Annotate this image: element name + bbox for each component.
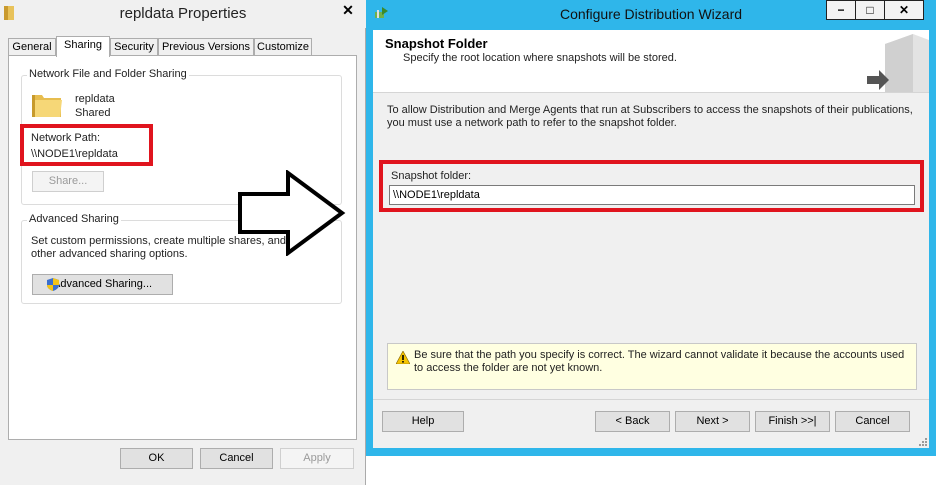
folder-icon — [32, 95, 62, 117]
wizard-description: To allow Distribution and Merge Agents t… — [387, 104, 913, 129]
wizard-page-subtitle: Specify the root location where snapshot… — [403, 52, 677, 64]
network-sharing-legend: Network File and Folder Sharing — [27, 68, 189, 80]
wizard-client-area: Snapshot Folder Specify the root locatio… — [373, 30, 929, 448]
close-icon: ✕ — [898, 3, 910, 17]
arrow-icon — [238, 170, 346, 256]
wizard-cancel-button[interactable]: Cancel — [835, 411, 910, 432]
close-button[interactable]: ✕ — [330, 0, 366, 20]
warning-text: Be sure that the path you specify is cor… — [414, 349, 905, 374]
advanced-sharing-button[interactable]: Advanced Sharing... — [32, 274, 173, 295]
ok-button[interactable]: OK — [120, 448, 193, 469]
minimize-button[interactable]: − — [826, 0, 856, 20]
wizard-titlebar: Configure Distribution Wizard − □ ✕ — [366, 0, 936, 28]
tab-previous-versions[interactable]: Previous Versions — [158, 38, 254, 56]
cancel-button[interactable]: Cancel — [200, 448, 273, 469]
properties-titlebar: repldata Properties ✕ — [0, 0, 366, 28]
wizard-header: Snapshot Folder Specify the root locatio… — [373, 30, 929, 93]
share-button[interactable]: Share... — [32, 171, 104, 192]
advanced-sharing-button-label: Advanced Sharing... — [53, 278, 153, 290]
folder-share-state: Shared — [75, 107, 111, 119]
maximize-button[interactable]: □ — [855, 0, 885, 20]
advanced-sharing-legend: Advanced Sharing — [27, 213, 121, 225]
tab-general[interactable]: General — [8, 38, 56, 56]
resize-grip-icon[interactable] — [917, 436, 927, 446]
snapshot-folder-highlight — [379, 160, 924, 212]
back-button[interactable]: < Back — [595, 411, 670, 432]
wizard-close-button[interactable]: ✕ — [884, 0, 924, 20]
network-path-highlight — [20, 124, 153, 166]
finish-button[interactable]: Finish >>| — [755, 411, 830, 432]
help-button[interactable]: Help — [382, 411, 464, 432]
wizard-window: Configure Distribution Wizard − □ ✕ Snap… — [366, 0, 936, 456]
warning-icon — [396, 351, 410, 364]
close-icon: ✕ — [342, 2, 354, 18]
shield-icon — [47, 278, 59, 291]
footer-separator — [373, 399, 929, 400]
server-icon — [867, 34, 929, 92]
tab-sharing[interactable]: Sharing — [56, 36, 110, 57]
properties-title: repldata Properties — [119, 5, 247, 22]
tab-security[interactable]: Security — [110, 38, 158, 56]
tab-customize[interactable]: Customize — [254, 38, 312, 56]
apply-button[interactable]: Apply — [280, 448, 354, 469]
next-button[interactable]: Next > — [675, 411, 750, 432]
folder-name: repldata — [75, 93, 115, 105]
maximize-icon: □ — [866, 3, 874, 17]
minimize-icon: − — [837, 3, 845, 17]
warning-panel: Be sure that the path you specify is cor… — [387, 343, 917, 390]
wizard-page-title: Snapshot Folder — [385, 36, 488, 51]
